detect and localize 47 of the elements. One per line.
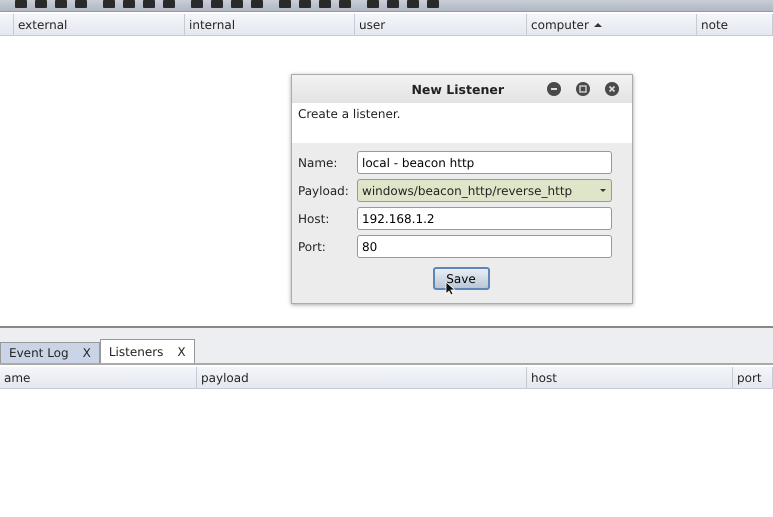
column-header[interactable]: user <box>355 14 527 35</box>
toolbar-icon[interactable] <box>406 0 420 9</box>
toolbar-icon[interactable] <box>338 0 352 9</box>
tab[interactable]: Event Log X <box>0 342 100 363</box>
toolbar-icon[interactable] <box>210 0 224 9</box>
toolbar-icon[interactable] <box>14 0 28 9</box>
toolbar-icon[interactable] <box>190 0 204 9</box>
toolbar-icon[interactable] <box>74 0 88 9</box>
toolbar-icon[interactable] <box>386 0 400 9</box>
column-header[interactable]: internal <box>185 14 355 35</box>
toolbar-icon[interactable] <box>278 0 292 9</box>
column-header[interactable]: ame <box>0 367 197 388</box>
toolbar-icon[interactable] <box>102 0 116 9</box>
column-header[interactable]: note <box>697 14 773 35</box>
minimize-icon[interactable] <box>547 82 561 96</box>
input-field[interactable]: 80 <box>357 235 612 258</box>
toolbar-icon[interactable] <box>366 0 380 9</box>
payload-dropdown[interactable]: windows/beacon_http/reverse_http <box>357 179 612 202</box>
toolbar-icon[interactable] <box>34 0 48 9</box>
sort-up-icon <box>594 22 602 28</box>
description-text: Create a listener. <box>298 107 400 121</box>
field-label: Name: <box>298 156 338 170</box>
column-header[interactable]: external <box>14 14 185 35</box>
input-field[interactable]: local - beacon http <box>357 151 612 174</box>
toolbar-icon[interactable] <box>318 0 332 9</box>
column-header[interactable]: payload <box>197 367 527 388</box>
column-header[interactable]: computer <box>527 14 697 35</box>
toolbar-icon[interactable] <box>122 0 136 9</box>
caret-icon <box>599 188 607 193</box>
toolbar-icon[interactable] <box>426 0 440 9</box>
column-header[interactable]: host <box>527 367 733 388</box>
tab[interactable]: Listeners X <box>100 339 195 363</box>
input-field[interactable]: 192.168.1.2 <box>357 207 612 230</box>
toolbar-icon[interactable] <box>142 0 156 9</box>
field-label: Payload: <box>298 184 350 198</box>
window-title: New Listener <box>411 82 504 96</box>
close-icon[interactable] <box>605 82 619 96</box>
toolbar-icon[interactable] <box>54 0 68 9</box>
maximize-icon[interactable] <box>576 82 590 96</box>
toolbar-icon[interactable] <box>298 0 312 9</box>
save-button[interactable]: Save <box>432 267 490 290</box>
toolbar-icon[interactable] <box>162 0 176 9</box>
toolbar-icon[interactable] <box>250 0 264 9</box>
column-header[interactable]: port <box>733 367 773 388</box>
toolbar-icon[interactable] <box>230 0 244 9</box>
field-label: Host: <box>298 212 330 226</box>
field-label: Port: <box>298 240 327 254</box>
